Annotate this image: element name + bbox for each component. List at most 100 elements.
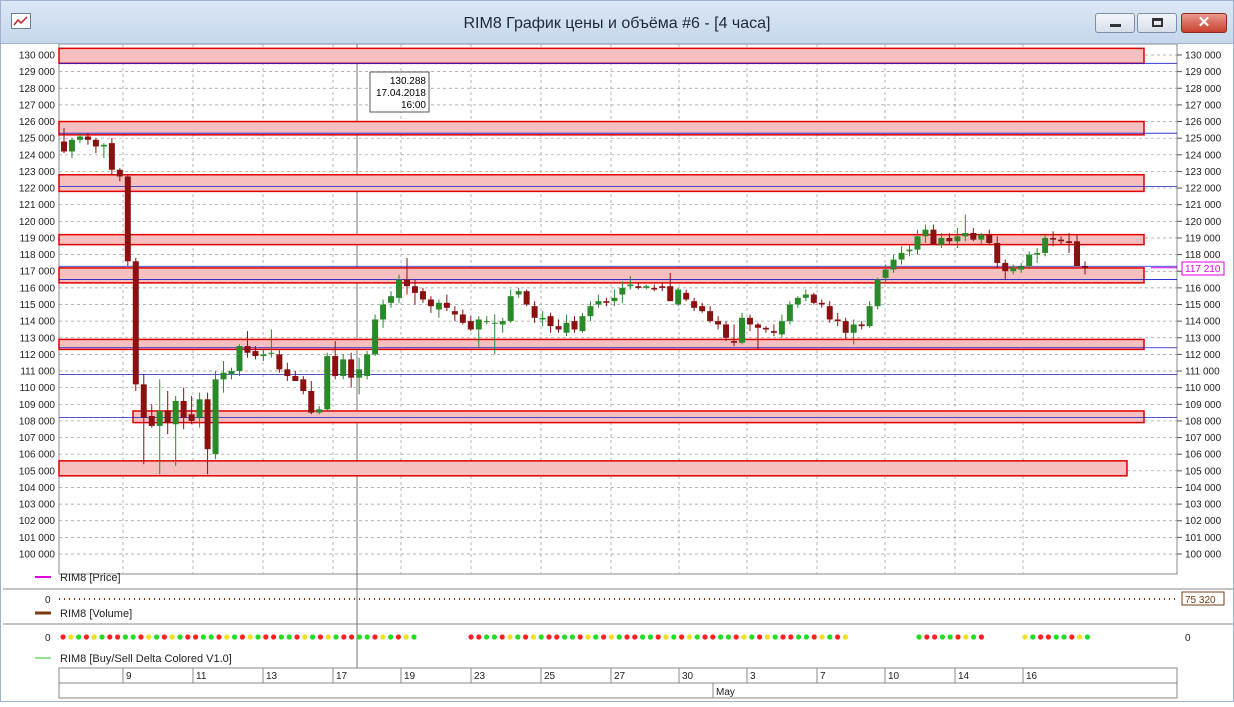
delta-dot xyxy=(107,634,113,640)
y-tick-label-left: 110 000 xyxy=(20,383,56,394)
y-tick-label-left: 122 000 xyxy=(19,184,56,195)
y-tick-label-right: 115 000 xyxy=(1185,300,1221,311)
candle-body xyxy=(834,319,841,322)
close-icon: ✕ xyxy=(1197,14,1211,31)
y-tick-label-left: 124 000 xyxy=(19,150,56,161)
delta-dot xyxy=(349,634,355,640)
delta-dot xyxy=(741,634,747,640)
delta-dot xyxy=(601,634,607,640)
title-bar[interactable]: RIM8 График цены и объёма #6 - [4 часа] … xyxy=(1,1,1233,44)
y-tick-label-left: 121 000 xyxy=(19,200,56,211)
candle-body xyxy=(627,284,634,287)
candle-body xyxy=(76,136,83,140)
price-zone xyxy=(58,47,1145,65)
delta-dot xyxy=(239,634,245,640)
candle-body xyxy=(579,316,586,332)
y-tick-label-right: 127 000 xyxy=(1185,100,1222,111)
x-day-label: 27 xyxy=(614,671,626,682)
y-tick-label-right: 111 000 xyxy=(1185,367,1220,378)
delta-dot xyxy=(971,634,977,640)
candle-body xyxy=(914,236,921,250)
price-zone xyxy=(58,460,1128,477)
delta-dot xyxy=(60,634,66,640)
y-tick-label-right: 118 000 xyxy=(1185,250,1221,261)
candle-body xyxy=(364,354,371,377)
close-button[interactable]: ✕ xyxy=(1181,13,1227,33)
y-tick-label-right: 128 000 xyxy=(1185,84,1222,95)
delta-dot xyxy=(1022,634,1028,640)
candle-body xyxy=(467,321,474,330)
y-tick-label-left: 113 000 xyxy=(20,333,56,344)
candle-body xyxy=(818,302,825,305)
candle-body xyxy=(922,229,929,237)
candle-body xyxy=(340,359,347,377)
candle-body xyxy=(372,319,379,355)
delta-dot xyxy=(932,634,938,640)
delta-dot xyxy=(764,634,771,640)
candle-body xyxy=(762,327,769,330)
chart-area[interactable]: 130 000 130 000 129 000 129 000 128 000 128 0… xyxy=(1,43,1233,702)
candle-body xyxy=(898,252,905,260)
delta-dot xyxy=(193,634,199,640)
delta-dot xyxy=(1084,634,1090,640)
delta-dot xyxy=(216,634,222,640)
maximize-button[interactable] xyxy=(1137,13,1177,33)
candle-body xyxy=(651,287,658,290)
delta-dot xyxy=(624,634,630,640)
candle-body xyxy=(754,324,761,328)
delta-dot xyxy=(255,634,261,640)
candle-body xyxy=(1010,267,1017,272)
candle-body xyxy=(938,237,945,245)
delta-dot xyxy=(1030,634,1036,640)
delta-dot xyxy=(468,634,474,640)
price-legend-label: RIM8 [Price] xyxy=(60,572,121,584)
x-day-label: 14 xyxy=(958,671,970,682)
candle-body xyxy=(260,354,267,357)
delta-dot xyxy=(554,634,560,640)
delta-dot xyxy=(138,634,144,640)
candle-body xyxy=(890,259,897,270)
delta-dot xyxy=(796,634,802,640)
y-tick-label-right: 125 000 xyxy=(1185,134,1222,145)
candle-body xyxy=(483,321,490,323)
candle-body xyxy=(906,249,913,252)
candle-body xyxy=(84,136,91,140)
candle-body xyxy=(196,399,203,418)
y-tick-label-left: 114 000 xyxy=(20,317,56,328)
y-tick-label-right: 101 000 xyxy=(1185,533,1222,544)
delta-dot xyxy=(647,634,654,640)
delta-dot xyxy=(963,634,969,640)
y-tick-label-left: 128 000 xyxy=(19,84,56,95)
candle-body xyxy=(946,237,953,242)
candle-body xyxy=(316,409,323,413)
y-tick-label-right: 123 000 xyxy=(1185,167,1222,178)
delta-dot xyxy=(593,634,599,640)
candle-body xyxy=(659,286,666,288)
y-tick-label-left: 123 000 xyxy=(19,167,56,178)
delta-dot xyxy=(718,634,724,640)
chart-svg[interactable]: 130 000 130 000 129 000 129 000 128 000 128 0… xyxy=(1,43,1233,702)
delta-dot xyxy=(835,634,841,640)
y-tick-label-right: 109 000 xyxy=(1185,400,1222,411)
candle-body xyxy=(539,317,546,320)
candle-body xyxy=(603,301,610,303)
y-tick-label-left: 119 000 xyxy=(20,233,56,244)
y-tick-label-right: 103 000 xyxy=(1185,500,1222,511)
candle-body xyxy=(667,286,674,302)
delta-dot xyxy=(403,634,409,640)
candle-body xyxy=(1066,241,1073,243)
candle-body xyxy=(188,414,195,421)
candle-body xyxy=(707,311,714,322)
minimize-button[interactable] xyxy=(1095,13,1135,33)
delta-dot xyxy=(169,634,175,640)
y-tick-label-right: 122 000 xyxy=(1185,184,1222,195)
candle-body xyxy=(874,279,881,307)
delta-dot xyxy=(632,634,638,640)
delta-dot xyxy=(523,634,529,640)
candle-body xyxy=(132,261,139,385)
candle-body xyxy=(1002,262,1009,272)
delta-dot xyxy=(271,634,277,640)
delta-dot xyxy=(154,634,160,640)
candle-body xyxy=(826,306,833,320)
volume-zero-label: 0 xyxy=(45,595,51,606)
